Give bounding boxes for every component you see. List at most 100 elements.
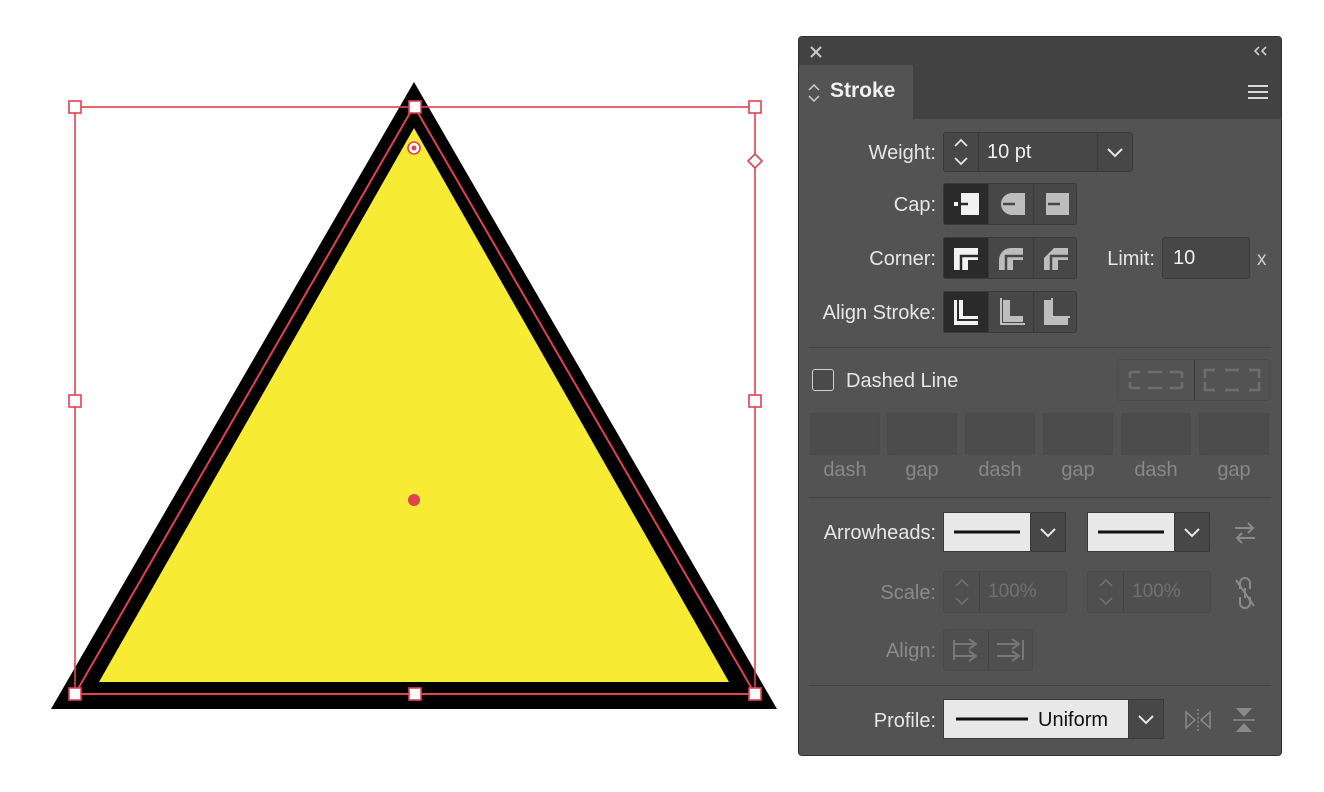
panel-titlebar[interactable] bbox=[799, 37, 1281, 66]
profile-select[interactable]: Uniform bbox=[943, 699, 1129, 739]
gap-label-3: gap bbox=[1217, 459, 1251, 481]
dash-field-2[interactable] bbox=[965, 413, 1035, 455]
align-outside-button[interactable] bbox=[1033, 292, 1078, 332]
limit-input[interactable]: 10 bbox=[1162, 237, 1250, 279]
handle-middle-left[interactable] bbox=[68, 394, 82, 408]
handle-bottom-right[interactable] bbox=[748, 687, 762, 701]
dash-label-2: dash bbox=[978, 459, 1022, 481]
preserve-dashes-button[interactable] bbox=[1118, 360, 1194, 400]
butt-cap-icon bbox=[954, 193, 979, 215]
hamburger-menu-icon[interactable] bbox=[1247, 83, 1269, 101]
line-no-arrow-icon bbox=[1098, 530, 1164, 534]
weight-label: Weight: bbox=[868, 142, 936, 164]
dash-corners-preserve-icon bbox=[1128, 370, 1184, 390]
limit-unit: x bbox=[1257, 249, 1267, 270]
align-stroke-button-group bbox=[943, 291, 1077, 333]
align-inside-button[interactable] bbox=[988, 292, 1033, 332]
dash-corners-align-icon bbox=[1203, 368, 1261, 392]
panel-tabbar: Stroke bbox=[799, 65, 1281, 119]
gap-field-2[interactable] bbox=[1043, 413, 1113, 455]
bevel-join-icon bbox=[1044, 248, 1068, 270]
align-dashes-button[interactable] bbox=[1194, 360, 1270, 400]
section-divider bbox=[809, 347, 1271, 348]
start-arrowhead-dropdown[interactable] bbox=[1030, 512, 1066, 552]
align-stroke-label: Align Stroke: bbox=[822, 302, 936, 324]
limit-value: 10 bbox=[1173, 247, 1196, 269]
arrow-align-button-group bbox=[943, 629, 1033, 671]
align-label: Align: bbox=[885, 640, 936, 662]
projecting-cap-icon bbox=[1046, 193, 1069, 215]
flip-along-icon[interactable] bbox=[1183, 707, 1213, 733]
weight-stepper[interactable] bbox=[943, 132, 979, 172]
align-stroke-outside-icon bbox=[1044, 298, 1070, 325]
tab-stroke[interactable]: Stroke bbox=[799, 65, 913, 119]
miter-join-icon bbox=[954, 248, 978, 270]
profile-value: Uniform bbox=[1038, 709, 1109, 731]
gap-field-1[interactable] bbox=[887, 413, 957, 455]
chevron-down-icon bbox=[1107, 148, 1123, 158]
weight-input[interactable]: 10 pt bbox=[978, 132, 1098, 172]
dashed-line-label: Dashed Line bbox=[846, 370, 959, 392]
chevron-down-icon bbox=[1040, 528, 1056, 538]
tab-expand-arrows-icon[interactable] bbox=[807, 81, 821, 105]
profile-dropdown[interactable] bbox=[1128, 699, 1164, 739]
corner-widget-dot bbox=[411, 145, 417, 151]
round-join-icon bbox=[999, 248, 1023, 270]
align-center-button[interactable] bbox=[944, 292, 988, 332]
cap-label: Cap: bbox=[893, 194, 936, 216]
close-icon[interactable] bbox=[810, 46, 822, 58]
triangle-fill[interactable] bbox=[99, 128, 729, 682]
align-stroke-inside-icon bbox=[1000, 298, 1025, 325]
end-arrowhead-dropdown[interactable] bbox=[1174, 512, 1210, 552]
align-stroke-center-icon bbox=[954, 300, 978, 325]
handle-top-left[interactable] bbox=[68, 100, 82, 114]
bevel-join-button[interactable] bbox=[1033, 238, 1078, 278]
round-cap-button[interactable] bbox=[988, 184, 1033, 224]
chevron-down-icon bbox=[1138, 715, 1154, 725]
dash-label-3: dash bbox=[1134, 459, 1178, 481]
end-arrowhead-select[interactable] bbox=[1087, 512, 1175, 552]
round-cap-icon bbox=[1001, 193, 1025, 215]
flip-across-icon[interactable] bbox=[1231, 705, 1257, 735]
handle-middle-right[interactable] bbox=[748, 394, 762, 408]
handle-top-right[interactable] bbox=[748, 100, 762, 114]
shape-widget-diamond[interactable] bbox=[746, 152, 764, 170]
corner-label: Corner: bbox=[869, 248, 936, 270]
butt-cap-button[interactable] bbox=[944, 184, 988, 224]
miter-join-button[interactable] bbox=[944, 238, 988, 278]
projecting-cap-button[interactable] bbox=[1033, 184, 1078, 224]
stepper-arrows-icon[interactable] bbox=[944, 133, 978, 171]
end-scale-stepper[interactable]: 100% bbox=[1087, 571, 1211, 613]
section-divider bbox=[809, 497, 1271, 498]
start-scale-value: 100% bbox=[988, 581, 1037, 602]
tab-label: Stroke bbox=[830, 79, 896, 102]
arrow-tip-place-icon bbox=[997, 638, 1024, 662]
place-arrow-tip-button[interactable] bbox=[988, 630, 1033, 670]
handle-bottom-center[interactable] bbox=[408, 687, 422, 701]
dash-field-1[interactable] bbox=[810, 413, 880, 455]
section-divider bbox=[809, 685, 1271, 686]
double-chevron-left-icon[interactable] bbox=[1253, 46, 1269, 56]
corner-button-group bbox=[943, 237, 1077, 279]
dash-label-1: dash bbox=[823, 459, 867, 481]
start-scale-stepper[interactable]: 100% bbox=[943, 571, 1067, 613]
weight-dropdown-button[interactable] bbox=[1097, 132, 1133, 172]
dash-field-3[interactable] bbox=[1121, 413, 1191, 455]
scale-label: Scale: bbox=[880, 582, 936, 604]
start-arrowhead-select[interactable] bbox=[943, 512, 1031, 552]
dashed-line-checkbox[interactable] bbox=[812, 369, 834, 391]
stepper-arrows-icon bbox=[955, 578, 969, 606]
swap-arrowheads-icon[interactable] bbox=[1231, 519, 1259, 547]
weight-value: 10 pt bbox=[987, 141, 1032, 163]
cap-button-group bbox=[943, 183, 1077, 225]
profile-label: Profile: bbox=[873, 710, 936, 732]
link-scale-icon[interactable] bbox=[1231, 575, 1259, 611]
round-join-button[interactable] bbox=[988, 238, 1033, 278]
handle-bottom-left[interactable] bbox=[68, 687, 82, 701]
handle-top-center[interactable] bbox=[408, 100, 422, 114]
stroke-panel: Stroke Weight: 10 pt Cap: Corner: Limit:… bbox=[798, 36, 1282, 756]
gap-field-3[interactable] bbox=[1199, 413, 1269, 455]
extend-arrow-tip-button[interactable] bbox=[944, 630, 988, 670]
artboard-canvas[interactable] bbox=[0, 0, 790, 792]
chevron-down-icon bbox=[1184, 528, 1200, 538]
